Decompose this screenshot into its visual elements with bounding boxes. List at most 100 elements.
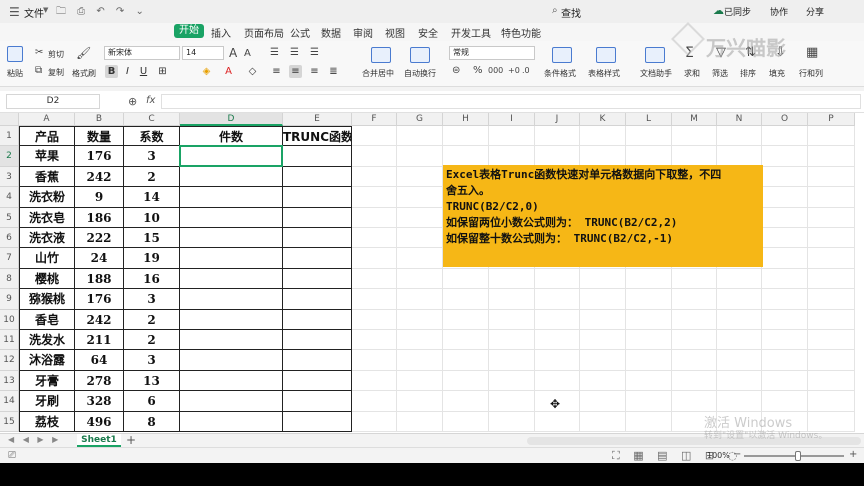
cell-f13[interactable]	[352, 370, 397, 392]
cell-b14[interactable]: 328	[75, 391, 124, 412]
cell-n10[interactable]	[717, 309, 762, 330]
cell-l10[interactable]	[626, 309, 672, 330]
cell-e15[interactable]	[283, 411, 352, 432]
cell-e11[interactable]	[283, 330, 352, 351]
cell-k2[interactable]	[580, 146, 626, 167]
cell-k1[interactable]	[580, 126, 626, 147]
cell-f11[interactable]	[352, 330, 397, 351]
cell-h9[interactable]	[443, 289, 489, 310]
cell-e2[interactable]	[283, 146, 352, 167]
share-button[interactable]: 分享	[806, 5, 824, 18]
cell-m8[interactable]	[672, 268, 717, 290]
cell-e5[interactable]	[283, 207, 352, 228]
cell-o10[interactable]	[762, 309, 808, 330]
cell-d6[interactable]	[180, 228, 283, 249]
justify-icon[interactable]: ≣	[327, 65, 340, 78]
cell-m14[interactable]	[672, 391, 717, 412]
fx-icon[interactable]: fx	[146, 95, 155, 106]
cell-i10[interactable]	[489, 309, 535, 330]
cell-g10[interactable]	[397, 309, 443, 330]
cell-b4[interactable]: 9	[75, 187, 124, 208]
cell-p5[interactable]	[808, 207, 855, 228]
merge-center-label[interactable]: 合并居中	[362, 68, 394, 79]
cell-k14[interactable]	[580, 391, 626, 412]
cell-l1[interactable]	[626, 126, 672, 147]
sort-label[interactable]: 排序	[740, 68, 756, 79]
cell-a15[interactable]: 荔枝	[19, 411, 75, 432]
tab-insert[interactable]: 插入	[211, 25, 231, 40]
tab-review[interactable]: 审阅	[353, 25, 373, 40]
cell-j11[interactable]	[535, 330, 580, 351]
cell-e4[interactable]	[283, 187, 352, 208]
zoom-lookup-icon[interactable]: ⊕	[128, 95, 137, 108]
doc-assistant-label[interactable]: 文档助手	[640, 68, 672, 79]
cell-b3[interactable]: 242	[75, 166, 124, 188]
cell-l11[interactable]	[626, 330, 672, 351]
cell-k15[interactable]	[580, 411, 626, 432]
cell-d11[interactable]	[180, 330, 283, 351]
cell-i9[interactable]	[489, 289, 535, 310]
search-icon[interactable]: ⌕	[552, 5, 558, 16]
sheet-nav-icons[interactable]: ◀ ◀ ▶ ▶	[8, 435, 61, 444]
cell-h12[interactable]	[443, 350, 489, 371]
column-header-b[interactable]: B	[75, 113, 124, 126]
cell-e9[interactable]	[283, 289, 352, 310]
cell-c12[interactable]: 3	[124, 350, 180, 371]
cell-c6[interactable]: 15	[124, 228, 180, 249]
column-header-m[interactable]: M	[672, 113, 717, 126]
font-shrink-icon[interactable]: A	[244, 48, 251, 60]
cell-d4[interactable]	[180, 187, 283, 208]
zoom-slider-handle[interactable]	[795, 451, 801, 461]
cell-h15[interactable]	[443, 411, 489, 432]
fill-label[interactable]: 填充	[769, 68, 785, 79]
cell-f4[interactable]	[352, 187, 397, 208]
cell-c14[interactable]: 6	[124, 391, 180, 412]
row-header-4[interactable]: 4	[0, 187, 19, 208]
rows-cols-label[interactable]: 行和列	[799, 68, 823, 79]
zoom-out-button[interactable]: −	[733, 449, 741, 460]
wrap-text-icon[interactable]	[410, 47, 430, 63]
cell-l9[interactable]	[626, 289, 672, 310]
column-header-h[interactable]: H	[443, 113, 489, 126]
column-header-a[interactable]: A	[19, 113, 75, 126]
cell-p7[interactable]	[808, 248, 855, 269]
rows-cols-icon[interactable]: ▦	[806, 46, 818, 59]
cell-j13[interactable]	[535, 370, 580, 392]
name-box[interactable]: D2	[6, 94, 100, 109]
cell-f8[interactable]	[352, 268, 397, 290]
conditional-format-icon[interactable]	[552, 47, 572, 63]
copy-label[interactable]: 复制	[48, 67, 64, 78]
column-header-p[interactable]: P	[808, 113, 855, 126]
cell-p4[interactable]	[808, 187, 855, 208]
cell-i13[interactable]	[489, 370, 535, 392]
cell-f3[interactable]	[352, 166, 397, 188]
cell-f2[interactable]	[352, 146, 397, 167]
align-right-icon[interactable]: ≡	[308, 65, 321, 78]
cell-d7[interactable]	[180, 248, 283, 269]
row-header-6[interactable]: 6	[0, 228, 19, 249]
currency-icon[interactable]: ⊜	[452, 65, 460, 77]
row-header-12[interactable]: 12	[0, 350, 19, 371]
cell-c5[interactable]: 10	[124, 207, 180, 228]
cell-h10[interactable]	[443, 309, 489, 330]
cell-i15[interactable]	[489, 411, 535, 432]
cell-g2[interactable]	[397, 146, 443, 167]
cell-c3[interactable]: 2	[124, 166, 180, 188]
cell-e1[interactable]: TRUNC函数	[283, 126, 352, 147]
cell-n9[interactable]	[717, 289, 762, 310]
cell-m11[interactable]	[672, 330, 717, 351]
cell-k11[interactable]	[580, 330, 626, 351]
cell-b7[interactable]: 24	[75, 248, 124, 269]
table-style-icon[interactable]	[596, 47, 616, 63]
fill-color-icon[interactable]: ◈	[200, 65, 213, 78]
align-center-icon[interactable]: ≡	[289, 65, 302, 78]
cell-d8[interactable]	[180, 268, 283, 290]
cloud-sync-status[interactable]: 已同步	[724, 5, 751, 18]
cell-c8[interactable]: 16	[124, 268, 180, 290]
cell-e13[interactable]	[283, 370, 352, 392]
cell-e12[interactable]	[283, 350, 352, 371]
cell-g9[interactable]	[397, 289, 443, 310]
cell-p9[interactable]	[808, 289, 855, 310]
cell-e14[interactable]	[283, 391, 352, 412]
cell-a12[interactable]: 沐浴露	[19, 350, 75, 371]
